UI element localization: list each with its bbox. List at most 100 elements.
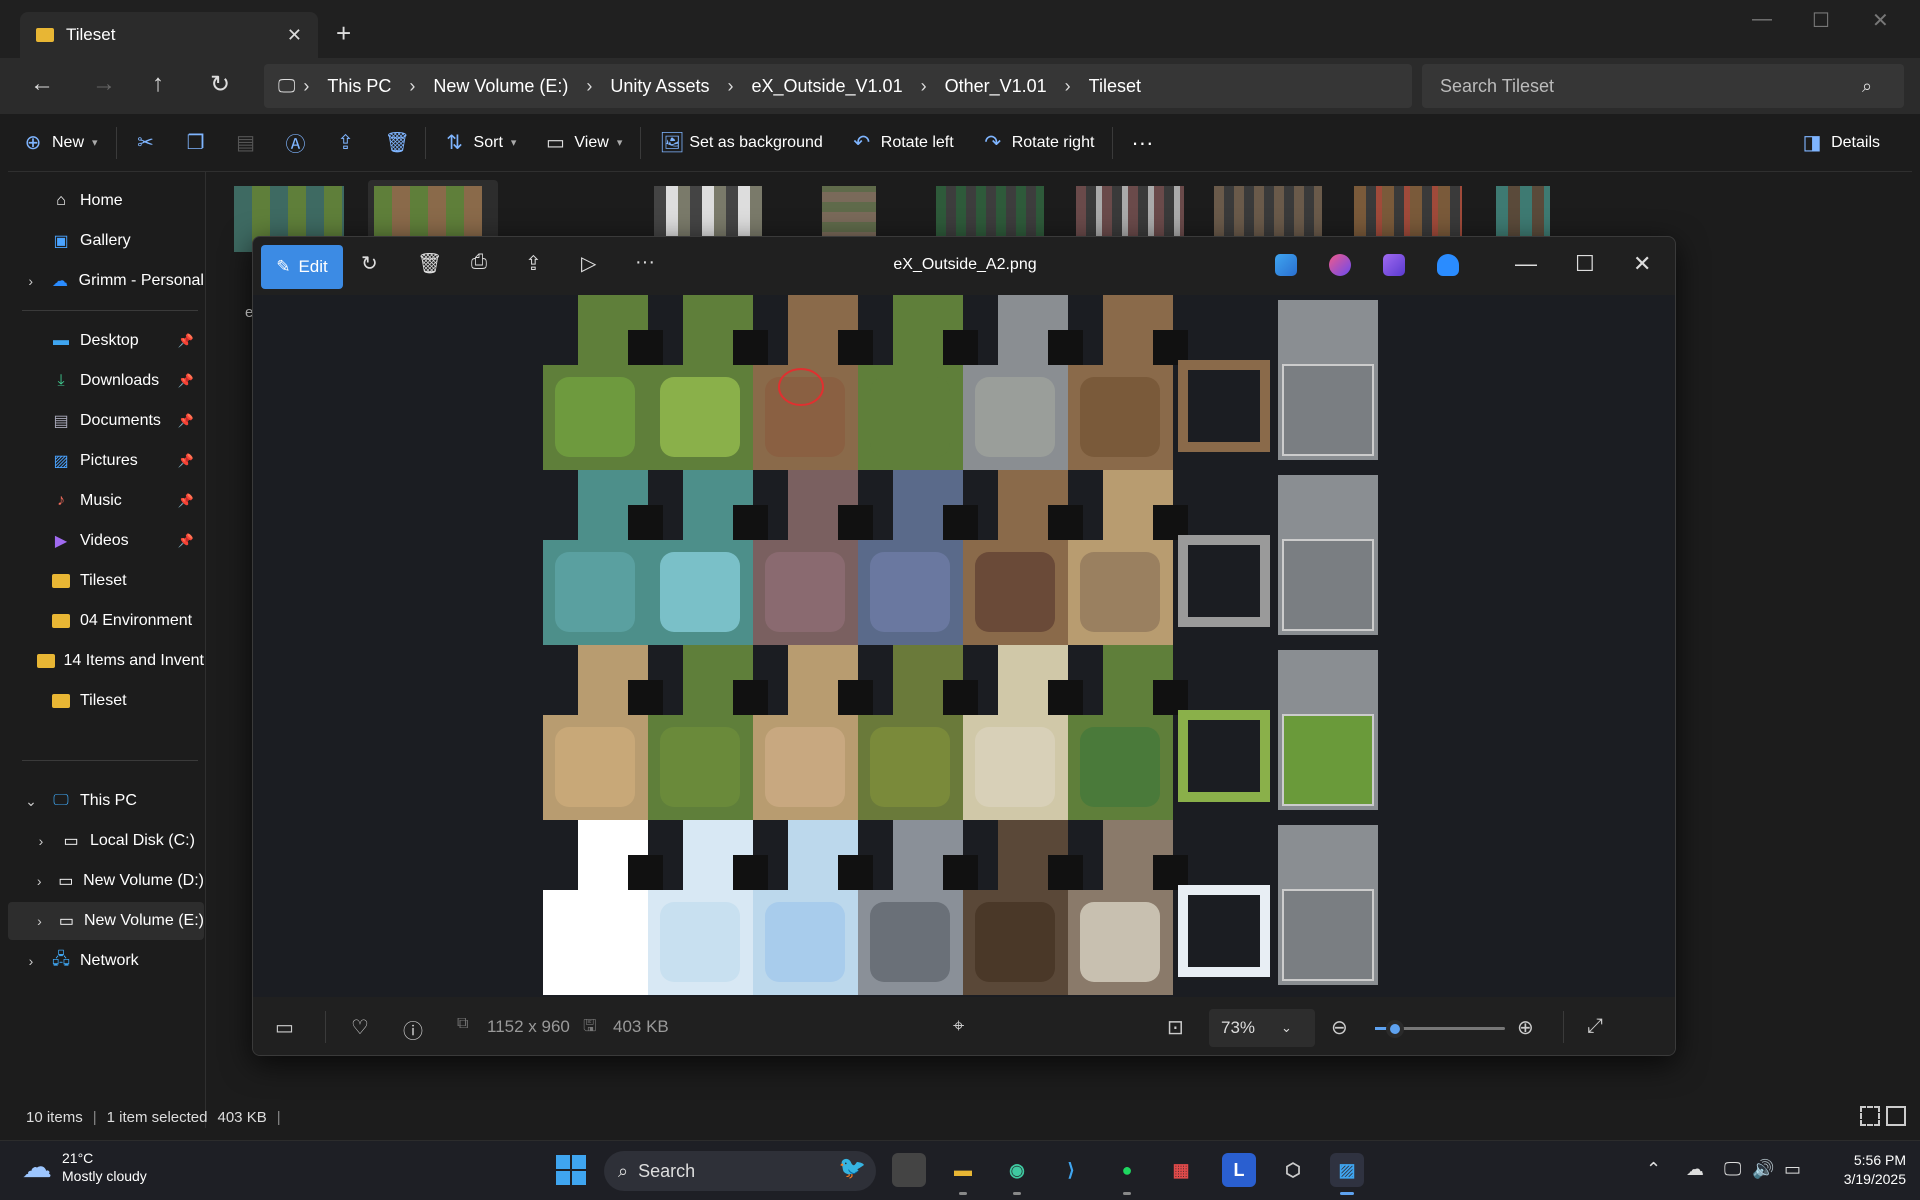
system-clock[interactable]: 5:56 PM 3/19/2025 [1844, 1151, 1906, 1189]
share-button[interactable]: ⇪ [321, 123, 371, 163]
chevron-right-icon[interactable]: › [401, 76, 423, 97]
search-input[interactable] [1422, 64, 1904, 108]
visual-search-icon[interactable]: ⌖ [953, 1015, 964, 1038]
minimize-button[interactable]: — [1752, 8, 1772, 31]
nav-disk-d[interactable]: › ▭ New Volume (D:) [8, 862, 204, 900]
close-button[interactable]: ✕ [1633, 251, 1651, 277]
breadcrumb-this-pc[interactable]: This PC [317, 76, 401, 97]
spotify-app-icon[interactable]: ● [1110, 1153, 1144, 1195]
designer-app-icon[interactable] [1275, 254, 1297, 276]
nav-network[interactable]: › 🖧 Network [8, 942, 204, 980]
l-app-icon[interactable]: L [1222, 1153, 1256, 1187]
forward-button[interactable]: → [92, 70, 116, 98]
rotate-left-button[interactable]: ↶ Rotate left [837, 123, 968, 163]
slideshow-icon[interactable]: ▷ [581, 251, 596, 276]
large-icons-view-icon[interactable] [1886, 1106, 1906, 1126]
chevron-right-icon[interactable]: › [20, 273, 41, 289]
back-button[interactable]: ← [30, 70, 54, 98]
zoom-slider[interactable] [1375, 1020, 1505, 1038]
nav-documents[interactable]: ▤ Documents 📌 [8, 402, 204, 440]
paste-button[interactable]: ▤ [221, 123, 271, 163]
tab-tileset[interactable]: Tileset ✕ [20, 12, 318, 58]
chevron-right-icon[interactable]: › [578, 76, 600, 97]
zoom-dropdown[interactable]: 73% ⌄ [1209, 1009, 1315, 1047]
fullscreen-icon[interactable]: ⤢ [1587, 1015, 1603, 1038]
task-view-icon[interactable] [892, 1153, 926, 1187]
volume-icon[interactable]: 🔊 [1752, 1159, 1774, 1180]
chevron-right-icon[interactable]: › [295, 76, 317, 97]
nav-desktop[interactable]: ▬ Desktop 📌 [8, 322, 204, 360]
nav-folder-tileset[interactable]: Tileset [8, 562, 204, 600]
edge-app-icon[interactable]: ◉ [1000, 1153, 1034, 1195]
chevron-right-icon[interactable]: › [20, 953, 42, 969]
unity-app-icon[interactable]: ⬡ [1276, 1153, 1310, 1187]
zoom-out-icon[interactable]: ⊖ [1331, 1015, 1348, 1040]
sort-button[interactable]: ⇅ Sort ▾ [430, 123, 531, 163]
nav-pictures[interactable]: ▨ Pictures 📌 [8, 442, 204, 480]
trash-icon[interactable]: 🗑 [417, 251, 442, 276]
view-button[interactable]: ▭ View ▾ [530, 123, 636, 163]
cut-button[interactable]: ✂ [121, 123, 171, 163]
start-button[interactable] [556, 1155, 586, 1185]
maximize-button[interactable]: ☐ [1575, 251, 1595, 277]
filmstrip-icon[interactable]: ▭ [275, 1015, 294, 1040]
onedrive-icon[interactable] [1437, 254, 1459, 276]
share-icon[interactable]: ⇪ [525, 251, 542, 276]
close-window-button[interactable]: ✕ [1872, 8, 1889, 33]
close-tab-icon[interactable]: ✕ [287, 25, 302, 46]
vscode-app-icon[interactable]: ⟩ [1054, 1153, 1088, 1187]
breadcrumb-volume-e[interactable]: New Volume (E:) [423, 76, 578, 97]
breadcrumb[interactable]: 🖵 › This PC › New Volume (E:) › Unity As… [264, 64, 1412, 108]
chevron-up-icon[interactable]: ⌃ [1646, 1159, 1661, 1180]
nav-disk-e[interactable]: › ▭ New Volume (E:) [8, 902, 204, 940]
up-button[interactable]: ↑ [152, 70, 164, 98]
copilot-icon[interactable] [1329, 254, 1351, 276]
breadcrumb-unity-assets[interactable]: Unity Assets [600, 76, 719, 97]
new-button[interactable]: ⊕ New ▾ [8, 123, 112, 163]
ellipsis-icon[interactable]: ··· [635, 251, 655, 274]
chevron-right-icon[interactable]: › [719, 76, 741, 97]
nav-gallery[interactable]: ▣ Gallery [8, 222, 204, 260]
actual-size-icon[interactable]: ⊡ [1167, 1015, 1184, 1040]
new-tab-button[interactable]: + [336, 18, 351, 49]
battery-icon[interactable]: ▭ [1784, 1159, 1801, 1180]
network-tray-icon[interactable]: 🖵 [1724, 1159, 1741, 1180]
details-view-icon[interactable] [1860, 1106, 1880, 1126]
nav-home[interactable]: ⌂ Home [8, 182, 204, 220]
clipchamp-icon[interactable] [1383, 254, 1405, 276]
nav-onedrive[interactable]: › ☁ Grimm - Personal [8, 262, 204, 300]
set-as-background-button[interactable]: 🖼 Set as background [645, 123, 836, 163]
chevron-right-icon[interactable]: › [30, 833, 52, 849]
nav-downloads[interactable]: ⤓ Downloads 📌 [8, 362, 204, 400]
photos-app-icon[interactable]: ▨ [1330, 1153, 1364, 1195]
toolbox-app-icon[interactable]: ▦ [1164, 1153, 1198, 1187]
nav-disk-c[interactable]: › ▭ Local Disk (C:) [8, 822, 204, 860]
file-explorer-app-icon[interactable]: ▬ [946, 1153, 980, 1195]
breadcrumb-tileset[interactable]: Tileset [1079, 76, 1151, 97]
taskbar-search[interactable]: ⌕ Search 🐦 [604, 1151, 876, 1191]
breadcrumb-other[interactable]: Other_V1.01 [935, 76, 1057, 97]
nav-videos[interactable]: ▶ Videos 📌 [8, 522, 204, 560]
edit-button[interactable]: ✎ Edit [261, 245, 343, 289]
print-icon[interactable]: ⎙ [471, 251, 487, 274]
breadcrumb-ex-outside[interactable]: eX_Outside_V1.01 [741, 76, 912, 97]
image-canvas[interactable] [253, 295, 1675, 997]
chevron-right-icon[interactable]: › [913, 76, 935, 97]
chevron-right-icon[interactable]: › [30, 913, 49, 929]
refresh-button[interactable]: ↻ [210, 70, 230, 99]
rotate-right-button[interactable]: ↷ Rotate right [968, 123, 1109, 163]
zoom-in-icon[interactable]: ⊕ [1517, 1015, 1534, 1040]
delete-button[interactable]: 🗑 [371, 123, 421, 163]
minimize-button[interactable]: — [1515, 251, 1537, 277]
weather-widget[interactable]: ☁ 21°C Mostly cloudy [22, 1149, 147, 1185]
chevron-right-icon[interactable]: › [30, 873, 49, 889]
chevron-right-icon[interactable]: › [1057, 76, 1079, 97]
nav-folder-items[interactable]: 14 Items and Invent [8, 642, 204, 680]
more-options-button[interactable]: ··· [1117, 123, 1167, 163]
rotate-icon[interactable]: ↻ [361, 251, 378, 276]
chevron-down-icon[interactable]: ⌄ [20, 793, 42, 810]
nav-folder-tileset-2[interactable]: Tileset [8, 682, 204, 720]
zoom-slider-thumb[interactable] [1385, 1020, 1404, 1038]
nav-music[interactable]: ♪ Music 📌 [8, 482, 204, 520]
heart-icon[interactable]: ♡ [351, 1015, 369, 1040]
